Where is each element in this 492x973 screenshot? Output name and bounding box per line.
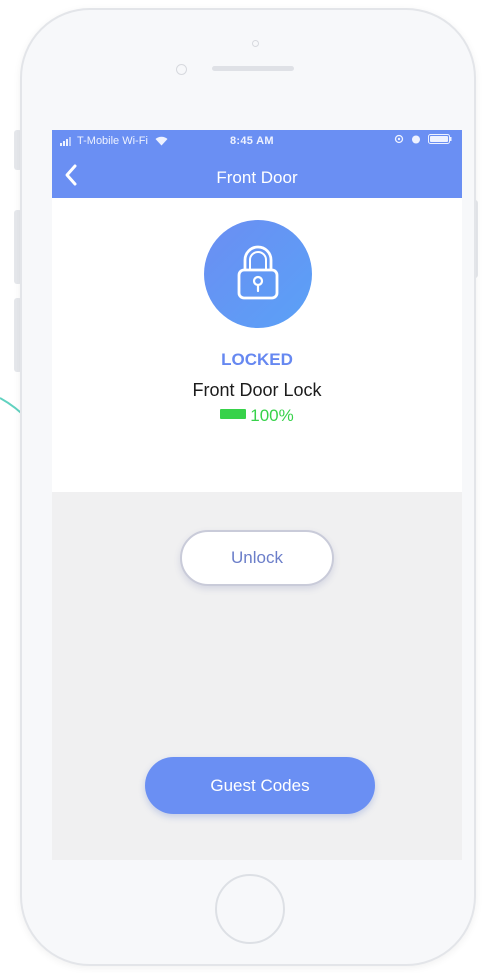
lock-status-card: LOCKED Front Door Lock 100% <box>52 198 462 492</box>
proximity-sensor <box>252 40 259 47</box>
guest-codes-button[interactable]: Guest Codes <box>145 757 375 814</box>
page-title: Front Door <box>216 168 298 187</box>
nav-bar: T-Mobile Wi-Fi 8:45 AM Front Door <box>52 130 462 198</box>
status-bar: T-Mobile Wi-Fi 8:45 AM <box>52 130 462 152</box>
earpiece-speaker <box>212 66 294 71</box>
battery-percent: 100% <box>250 406 294 425</box>
alarm-icon <box>411 134 421 147</box>
status-carrier-group: T-Mobile Wi-Fi <box>60 135 168 147</box>
page: T-Mobile Wi-Fi 8:45 AM Front Door LOCKED… <box>0 0 492 973</box>
app-screen: T-Mobile Wi-Fi 8:45 AM Front Door LOCKED… <box>52 130 462 860</box>
battery-indicator: 100% <box>52 406 462 426</box>
battery-icon <box>220 409 247 419</box>
front-camera <box>176 64 187 75</box>
status-time: 8:45 AM <box>230 135 274 147</box>
lock-badge <box>204 220 312 328</box>
carrier-label: T-Mobile Wi-Fi <box>77 135 148 147</box>
location-icon <box>394 134 404 147</box>
wifi-icon <box>155 136 168 146</box>
unlock-button[interactable]: Unlock <box>180 530 334 586</box>
lock-name: Front Door Lock <box>192 380 322 400</box>
status-icons <box>394 134 452 147</box>
battery-status-icon <box>428 134 452 147</box>
padlock-icon <box>237 245 279 300</box>
signal-icon <box>60 136 71 146</box>
lock-state-label: LOCKED <box>221 350 293 369</box>
home-button[interactable] <box>215 874 285 944</box>
